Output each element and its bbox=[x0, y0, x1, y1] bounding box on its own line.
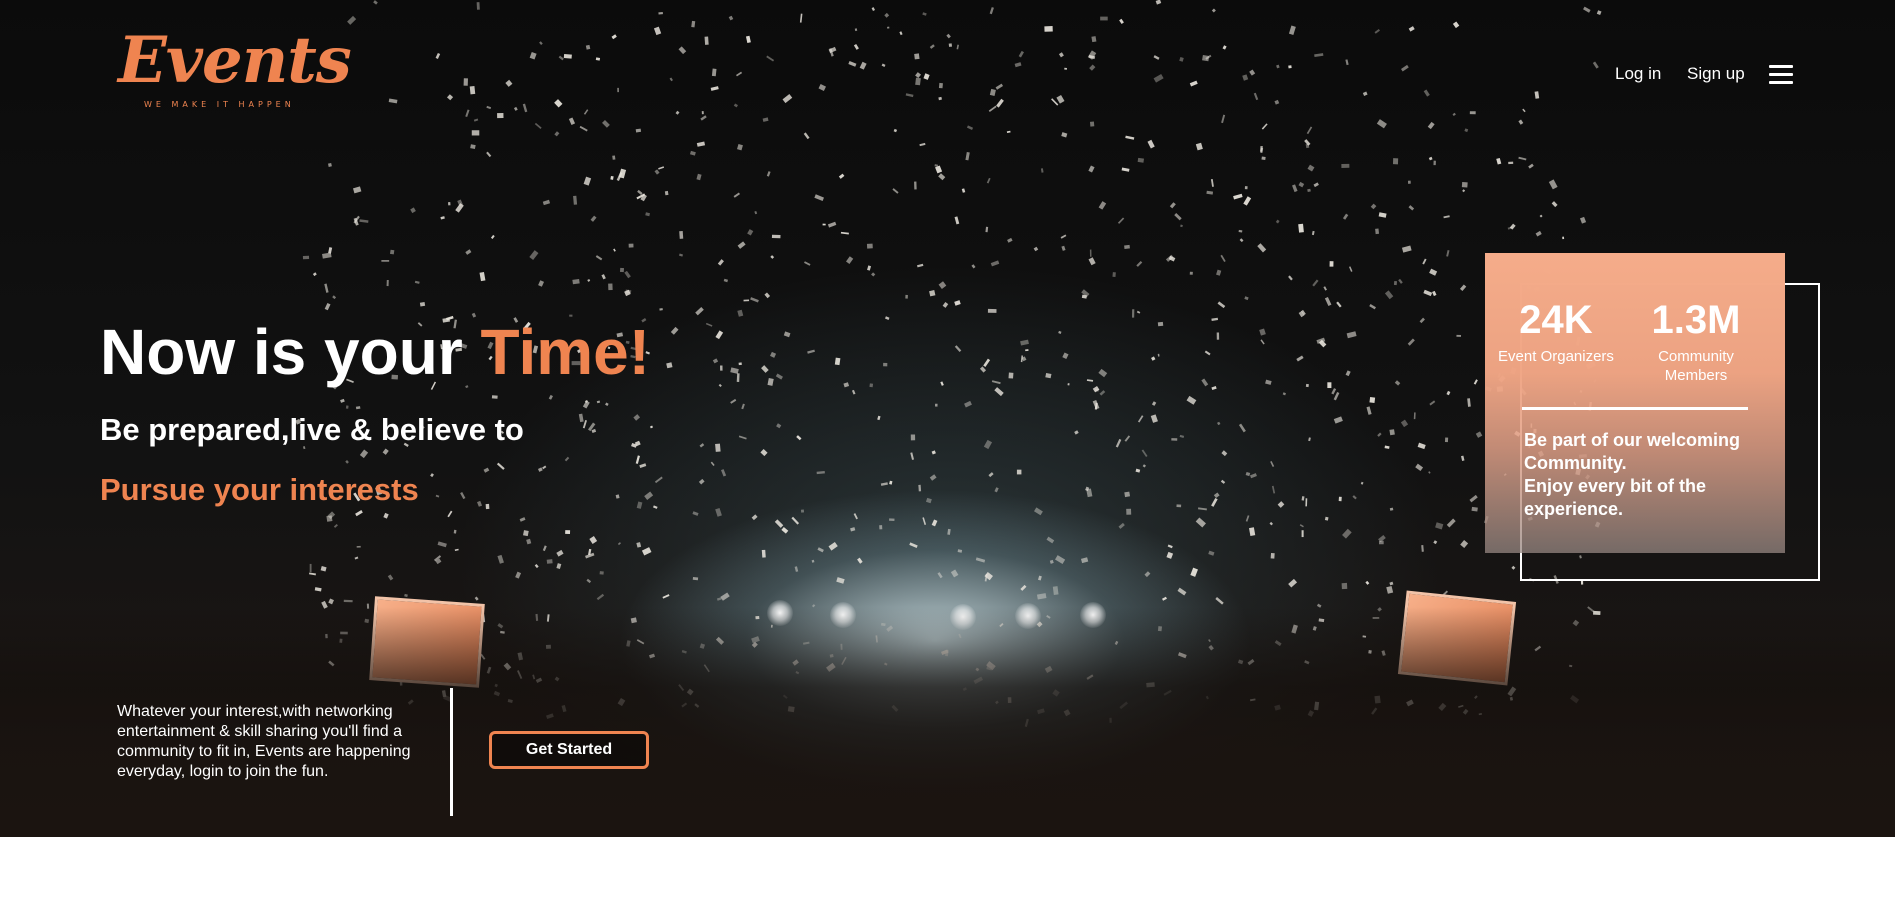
blurb-line: Be part of our welcoming Community. bbox=[1524, 430, 1741, 473]
stats-card: 24K Event Organizers 1.3M Community Memb… bbox=[1485, 253, 1785, 553]
signup-link[interactable]: Sign up bbox=[1687, 64, 1745, 88]
stat-label: Event Organizers bbox=[1498, 348, 1614, 365]
hero-headline: Now is your Time! bbox=[100, 312, 650, 392]
headline-text: Now is your bbox=[100, 316, 481, 388]
stats-divider bbox=[1522, 407, 1748, 410]
stat-event-organizers: 24K Event Organizers bbox=[1491, 297, 1621, 366]
hero-subheadline: Be prepared,live & believe to bbox=[100, 412, 524, 447]
hero-subheadline-accent: Pursue your interests bbox=[100, 472, 419, 507]
logo[interactable]: Events WE MAKE IT HAPPEN bbox=[118, 24, 352, 114]
blurb-line: Enjoy every bit of the experience. bbox=[1524, 476, 1707, 519]
divider-line bbox=[450, 688, 453, 816]
stat-community-members: 1.3M Community Members bbox=[1631, 297, 1761, 385]
get-started-button[interactable]: Get Started bbox=[489, 731, 649, 769]
login-link[interactable]: Log in bbox=[1615, 64, 1661, 88]
hamburger-menu-icon[interactable] bbox=[1769, 64, 1793, 86]
stat-label: Community Members bbox=[1658, 348, 1734, 384]
stat-value: 1.3M bbox=[1651, 298, 1741, 342]
headline-accent: Time! bbox=[480, 316, 651, 388]
stat-value: 24K bbox=[1519, 298, 1593, 342]
logo-tagline: WE MAKE IT HAPPEN bbox=[144, 100, 295, 109]
hero-description: Whatever your interest,with networking e… bbox=[117, 703, 411, 780]
logo-wordmark: Events bbox=[118, 23, 352, 98]
stats-blurb: Be part of our welcoming Community. Enjo… bbox=[1524, 429, 1764, 521]
